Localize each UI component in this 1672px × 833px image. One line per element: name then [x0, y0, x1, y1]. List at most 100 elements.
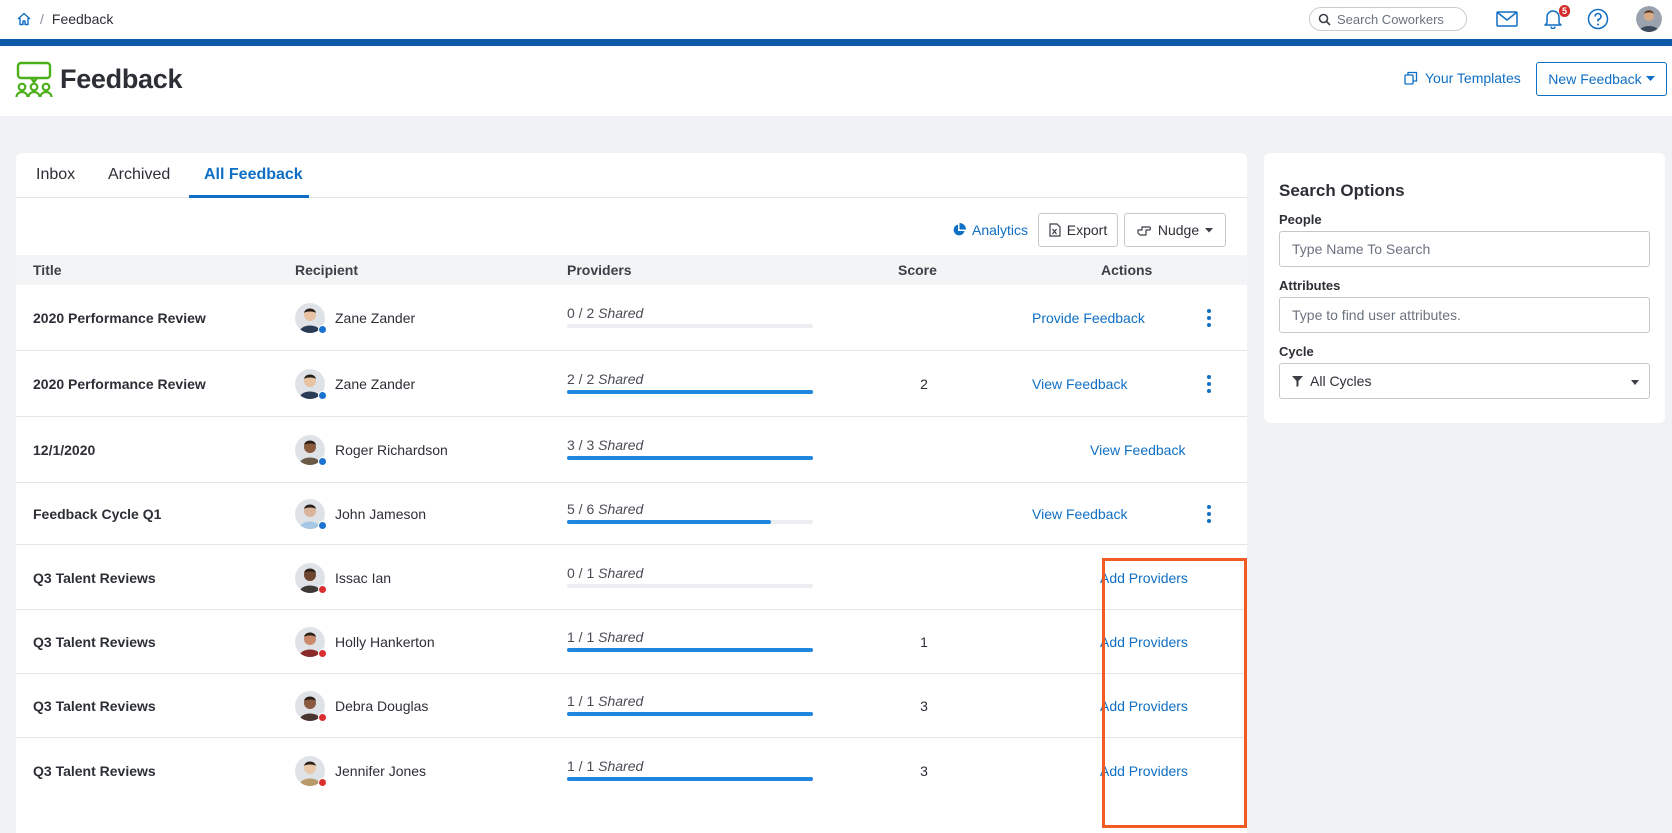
row-providers: 0 / 2 Shared	[567, 305, 813, 328]
help-icon	[1587, 8, 1609, 30]
row-recipient[interactable]: Debra Douglas	[295, 691, 429, 722]
providers-shared-label: Shared	[598, 501, 644, 517]
providers-count: 1 / 1	[567, 629, 595, 645]
tab-archived[interactable]: Archived	[108, 166, 170, 184]
row-score: 3	[920, 763, 928, 779]
table-row[interactable]: 2020 Performance Review Zane Zander 2 / 2 …	[16, 351, 1247, 417]
notification-count-badge: 5	[1558, 5, 1570, 17]
search-options-panel: Search Options People Type Name To Searc…	[1264, 153, 1665, 423]
providers-progress-fill	[567, 520, 772, 524]
new-feedback-button[interactable]: New Feedback	[1536, 62, 1667, 96]
breadcrumb: / Feedback	[16, 11, 113, 27]
providers-progress-fill	[567, 456, 813, 460]
table-row[interactable]: Q3 Talent Reviews Holly Hankerton 1 / 1 Sh…	[16, 610, 1247, 674]
table-row[interactable]: 12/1/2020 Roger Richardson 3 / 3 Shared Vie…	[16, 417, 1247, 483]
recipient-name: Jennifer Jones	[335, 763, 427, 779]
excel-file-icon	[1049, 223, 1061, 237]
recipient-avatar	[295, 756, 327, 787]
help-button[interactable]	[1586, 8, 1610, 30]
home-icon[interactable]	[16, 11, 32, 27]
providers-text: 1 / 1 Shared	[567, 758, 813, 774]
more-options-icon[interactable]	[1203, 505, 1215, 523]
feedback-tabs: Inbox Archived All Feedback	[16, 153, 1247, 198]
recipient-avatar	[295, 303, 327, 334]
row-recipient[interactable]: John Jameson	[295, 499, 426, 530]
new-feedback-label: New Feedback	[1548, 71, 1642, 87]
row-recipient[interactable]: Issac Ian	[295, 562, 392, 594]
providers-count: 0 / 1	[567, 564, 595, 581]
providers-progress-fill	[567, 777, 813, 781]
pie-chart-icon	[953, 223, 966, 236]
people-search-input[interactable]: Type Name To Search	[1279, 231, 1650, 267]
row-title: 12/1/2020	[33, 442, 96, 458]
providers-progress-fill	[567, 712, 813, 716]
status-dot	[318, 521, 327, 530]
providers-shared-label: Shared	[598, 371, 644, 387]
tab-all-feedback[interactable]: All Feedback	[204, 166, 303, 184]
providers-count: 0 / 2	[567, 305, 595, 321]
attributes-search-input[interactable]: Type to find user attributes.	[1279, 297, 1650, 333]
more-options-icon[interactable]	[1203, 375, 1215, 393]
recipient-name: Debra Douglas	[335, 698, 429, 714]
providers-text: 0 / 1 Shared	[567, 565, 813, 581]
table-row[interactable]: 2020 Performance Review Zane Zander 0 / 2 …	[16, 285, 1247, 351]
row-providers: 2 / 2 Shared	[567, 371, 813, 394]
row-action-link[interactable]: View Feedback	[1090, 442, 1185, 458]
user-avatar-icon	[1636, 6, 1662, 32]
more-options-icon[interactable]	[1203, 309, 1215, 327]
providers-text: 1 / 1 Shared	[567, 693, 813, 709]
cycle-select[interactable]: All Cycles	[1279, 363, 1650, 399]
table-row[interactable]: Feedback Cycle Q1 John Jameson 5 / 6 Share…	[16, 483, 1247, 545]
recipient-name: Holly Hankerton	[335, 634, 435, 650]
tab-inbox[interactable]: Inbox	[36, 166, 75, 184]
status-dot	[318, 713, 327, 722]
mail-button[interactable]	[1495, 8, 1519, 30]
row-title: Q3 Talent Reviews	[33, 763, 156, 779]
table-row[interactable]: Q3 Talent Reviews Issac Ian 0 / 1 Shared Ad…	[16, 545, 1247, 610]
providers-text: 5 / 6 Shared	[567, 501, 813, 517]
table-row[interactable]: Q3 Talent Reviews Debra Douglas 1 / 1 Shar…	[16, 674, 1247, 738]
row-recipient[interactable]: Roger Richardson	[295, 435, 448, 466]
providers-shared-label: Shared	[598, 758, 644, 774]
filter-icon	[1292, 375, 1303, 387]
recipient-avatar	[295, 369, 327, 400]
providers-shared-label: Shared	[598, 437, 644, 453]
table-row[interactable]: Q3 Talent Reviews Jennifer Jones 1 / 1 Sha…	[16, 738, 1247, 804]
providers-text: 2 / 2 Shared	[567, 371, 813, 387]
providers-progress-bar	[567, 648, 813, 652]
providers-shared-label: Shared	[598, 629, 644, 645]
providers-progress-bar	[567, 456, 813, 460]
row-recipient[interactable]: Jennifer Jones	[295, 756, 427, 787]
cycle-select-value: All Cycles	[1310, 373, 1372, 389]
page-header: Feedback Your Templates New Feedback	[0, 46, 1672, 116]
search-coworkers-placeholder: Search Coworkers	[1337, 11, 1444, 27]
row-recipient[interactable]: Holly Hankerton	[295, 627, 435, 658]
hand-pointer-icon	[1137, 225, 1151, 236]
providers-progress-bar	[567, 324, 813, 328]
row-action-link[interactable]: View Feedback	[1032, 376, 1127, 392]
row-action-link[interactable]: View Feedback	[1032, 506, 1127, 522]
export-button[interactable]: Export	[1038, 213, 1118, 247]
nudge-button[interactable]: Nudge	[1124, 213, 1226, 247]
status-dot	[318, 325, 327, 334]
your-templates-link[interactable]: Your Templates	[1404, 70, 1521, 86]
row-recipient[interactable]: Zane Zander	[295, 303, 415, 334]
status-dot	[318, 649, 327, 658]
recipient-avatar	[295, 562, 327, 594]
notifications-button[interactable]: 5	[1541, 5, 1570, 30]
search-coworkers-input[interactable]: Search Coworkers	[1309, 7, 1467, 31]
analytics-link[interactable]: Analytics	[952, 222, 1028, 238]
status-dot	[318, 584, 327, 594]
search-icon	[1318, 13, 1331, 26]
row-action-link[interactable]: Provide Feedback	[1032, 310, 1145, 326]
breadcrumb-current: Feedback	[51, 11, 114, 27]
recipient-name: Issac Ian	[335, 569, 392, 586]
providers-progress-fill	[567, 648, 813, 652]
providers-progress-bar	[567, 390, 813, 394]
row-score: 1	[920, 634, 928, 650]
active-tab-indicator	[189, 195, 309, 198]
user-avatar[interactable]	[1636, 6, 1662, 32]
row-recipient[interactable]: Zane Zander	[295, 369, 415, 400]
providers-count: 5 / 6	[567, 501, 595, 517]
caret-down-icon	[1205, 227, 1214, 232]
